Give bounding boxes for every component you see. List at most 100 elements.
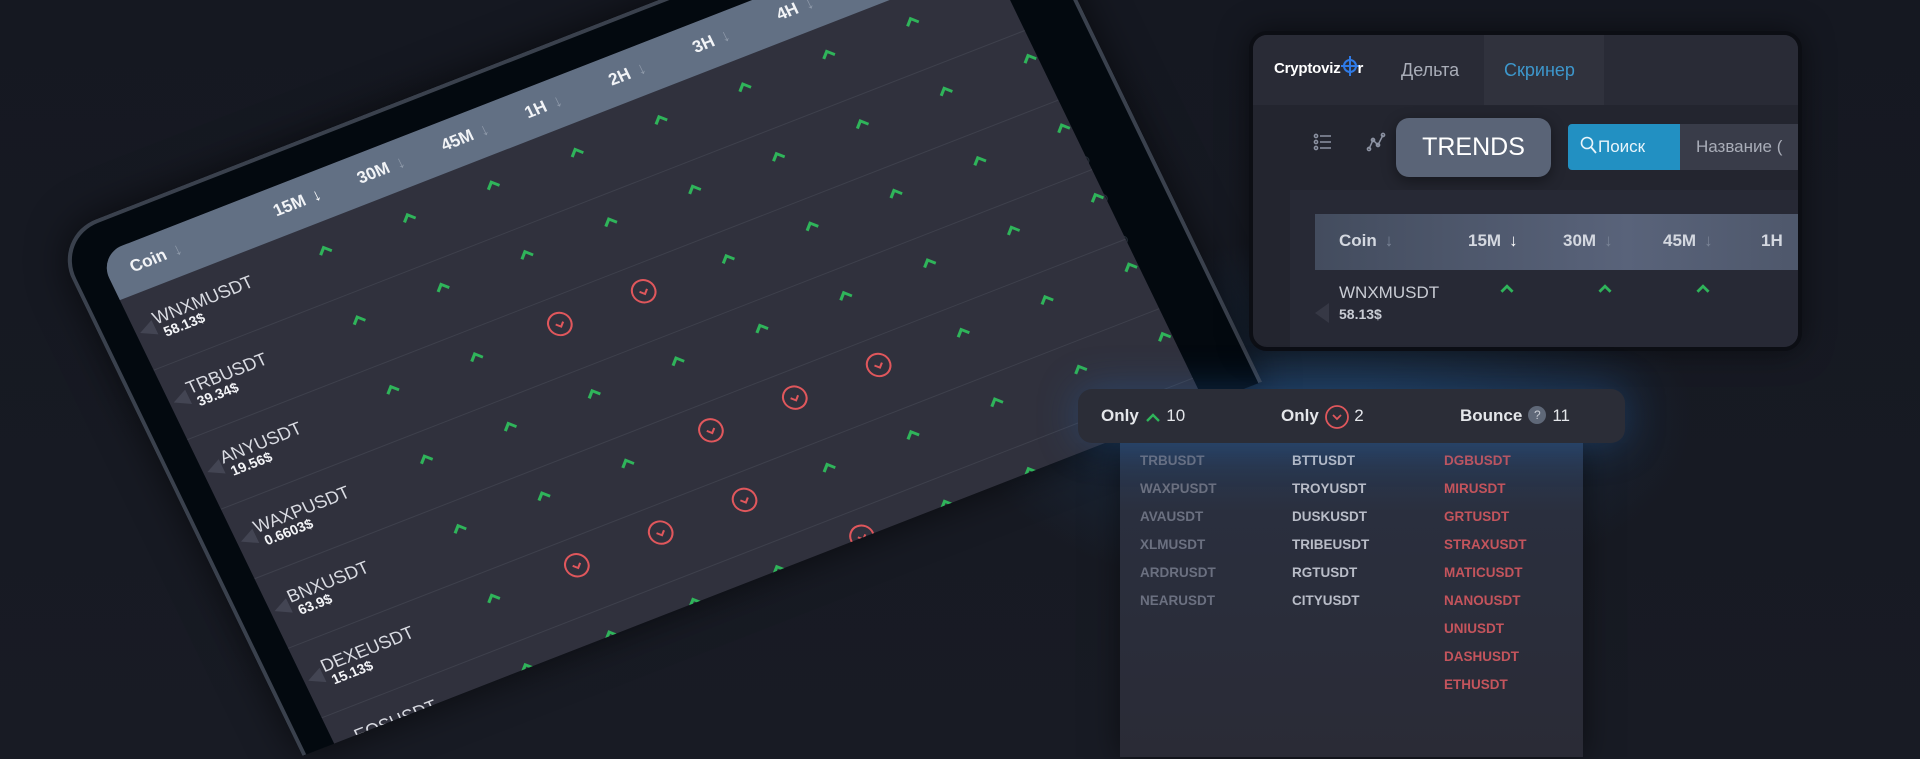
list-item-coin[interactable]: DGBUSDT	[1444, 453, 1527, 481]
list-item-coin[interactable]: MATICUSDT	[1444, 565, 1527, 593]
list-item-coin[interactable]: TRIBEUSDT	[1292, 537, 1369, 565]
coin-name[interactable]: WNXMUSDT	[1339, 283, 1439, 303]
sort-arrow-icon[interactable]: ↓	[392, 152, 408, 172]
coin-lists-panel: TRBUSDT WAXPUSDT AVAUSDT XLMUSDT ARDRUSDT NEA…	[1120, 443, 1583, 757]
chevron-up-icon	[520, 249, 534, 260]
trend-cell	[960, 143, 998, 178]
sort-arrow-icon[interactable]: ↓	[549, 91, 565, 111]
column-header-30m[interactable]: 30M↓	[1563, 231, 1613, 251]
crosshair-icon	[1340, 56, 1359, 77]
trend-cell	[407, 441, 445, 476]
list-item-coin[interactable]: DUSKUSDT	[1292, 509, 1369, 537]
chevron-up-icon	[990, 397, 1004, 408]
trend-cell	[591, 617, 629, 652]
name-search-input[interactable]: Название (	[1680, 124, 1798, 170]
trend-cell	[793, 621, 831, 656]
trend-cell	[1011, 454, 1049, 489]
list-item-coin[interactable]: XLMUSDT	[1140, 537, 1217, 565]
column-header-coin[interactable]: Coin↓	[126, 239, 185, 277]
chevron-up-icon	[604, 630, 618, 641]
column-header-label: Coin	[1339, 231, 1377, 250]
chevron-up-icon	[520, 662, 535, 673]
trend-cell	[692, 413, 730, 448]
chevron-up-icon	[403, 212, 417, 224]
chevron-up-icon	[654, 114, 668, 125]
coin-name[interactable]: EOSUSDT	[351, 696, 441, 744]
chart-view-icon[interactable]	[1365, 131, 1387, 153]
trend-cell	[457, 339, 495, 374]
chevron-up-icon	[906, 16, 920, 27]
column-header-2h[interactable]: 2H↓	[605, 58, 649, 90]
list-item-coin[interactable]: UNIUSDT	[1444, 621, 1527, 649]
sort-arrow-icon[interactable]: ↓	[1385, 231, 1394, 250]
column-header-45m[interactable]: 45M↓	[1663, 231, 1713, 251]
list-item-coin[interactable]: NANOUSDT	[1444, 593, 1527, 621]
chevron-up-icon	[503, 421, 518, 432]
chevron-up-icon	[352, 315, 366, 326]
column-header-1h[interactable]: 1H↓	[522, 91, 566, 123]
sort-arrow-icon[interactable]: ↓	[1509, 231, 1518, 250]
list-item-coin[interactable]: ETHUSDT	[1444, 677, 1527, 705]
list-item-coin[interactable]: MIRUSDT	[1444, 481, 1527, 509]
trend-cell	[625, 274, 663, 309]
chevron-up-icon	[671, 356, 685, 367]
summary-bounce[interactable]: Bounce? 11	[1460, 389, 1570, 443]
chevron-up-icon	[805, 221, 819, 232]
sort-arrow-icon[interactable]: ↓	[169, 239, 185, 259]
chevron-up-icon	[772, 151, 786, 162]
column-header-3h[interactable]: 3H↓	[689, 26, 733, 58]
list-item-coin[interactable]: DASHUSDT	[1444, 649, 1527, 677]
list-item-coin[interactable]: ARDRUSDT	[1140, 565, 1217, 593]
list-item-coin[interactable]: CITYUSDT	[1292, 593, 1369, 621]
search-button[interactable]: Поиск	[1568, 124, 1680, 170]
list-item-coin[interactable]: TROYUSDT	[1292, 481, 1369, 509]
row-divider	[287, 308, 1160, 649]
chevron-up-icon	[939, 86, 953, 97]
column-header-45m[interactable]: 45M↓	[438, 120, 493, 156]
list-item-coin[interactable]: GRTUSDT	[1444, 509, 1527, 537]
trend-cell	[608, 445, 646, 480]
chevron-up-icon	[940, 499, 954, 510]
sort-arrow-icon[interactable]: ↓	[1704, 231, 1713, 250]
sort-arrow-icon[interactable]: ↓	[1604, 231, 1613, 250]
down-circle-icon	[546, 311, 573, 337]
list-item-coin[interactable]: STRAXUSDT	[1444, 537, 1527, 565]
summary-only-up[interactable]: Only 10	[1101, 389, 1185, 443]
trend-cell	[1061, 351, 1099, 386]
list-item-coin[interactable]: NEARUSDT	[1140, 593, 1217, 621]
chevron-up-icon	[1057, 536, 1071, 547]
chevron-up-icon	[587, 388, 601, 399]
list-item-coin[interactable]: TRBUSDT	[1140, 453, 1217, 481]
trend-cell	[641, 102, 679, 137]
tab-delta[interactable]: Дельта	[1381, 35, 1479, 105]
trend-cell	[423, 269, 461, 304]
down-circle-icon	[731, 487, 758, 513]
column-header-15m[interactable]: 15M↓	[1468, 231, 1518, 251]
tab-screener[interactable]: Скринер	[1484, 35, 1604, 105]
list-item-coin[interactable]: RGTUSDT	[1292, 565, 1369, 593]
chevron-up-icon	[973, 155, 987, 166]
trend-cell	[558, 548, 596, 583]
list-view-icon[interactable]	[1312, 131, 1334, 153]
sort-arrow-icon[interactable]: ↓	[476, 120, 492, 140]
list-item-coin[interactable]: WAXPUSDT	[1140, 481, 1217, 509]
summary-only-down[interactable]: Only 2	[1281, 389, 1364, 443]
list-item-coin[interactable]: BTTUSDT	[1292, 453, 1369, 481]
sort-arrow-icon[interactable]: ↓	[308, 185, 324, 205]
down-circle-icon	[798, 626, 825, 652]
list-item-coin[interactable]: AVAUSDT	[1140, 509, 1217, 537]
column-header-1h[interactable]: 1H	[1761, 231, 1783, 251]
sort-arrow-icon[interactable]: ↓	[633, 58, 649, 78]
column-header-coin[interactable]: Coin ↓	[1339, 231, 1393, 251]
column-header-30m[interactable]: 30M↓	[354, 152, 409, 188]
help-icon[interactable]: ?	[1528, 406, 1547, 425]
trends-button[interactable]: TRENDS	[1396, 118, 1551, 177]
column-header-label: 45M	[437, 125, 477, 155]
sort-arrow-icon[interactable]: ↓	[801, 0, 817, 13]
column-header-4h[interactable]: 4H↓	[773, 0, 817, 25]
sort-arrow-icon[interactable]: ↓	[717, 26, 733, 46]
trend-cell	[809, 36, 847, 71]
logo[interactable]: Cryptoviz r	[1274, 56, 1363, 77]
trend-cell	[1044, 523, 1082, 558]
column-header-15m[interactable]: 15M↓	[270, 185, 325, 221]
